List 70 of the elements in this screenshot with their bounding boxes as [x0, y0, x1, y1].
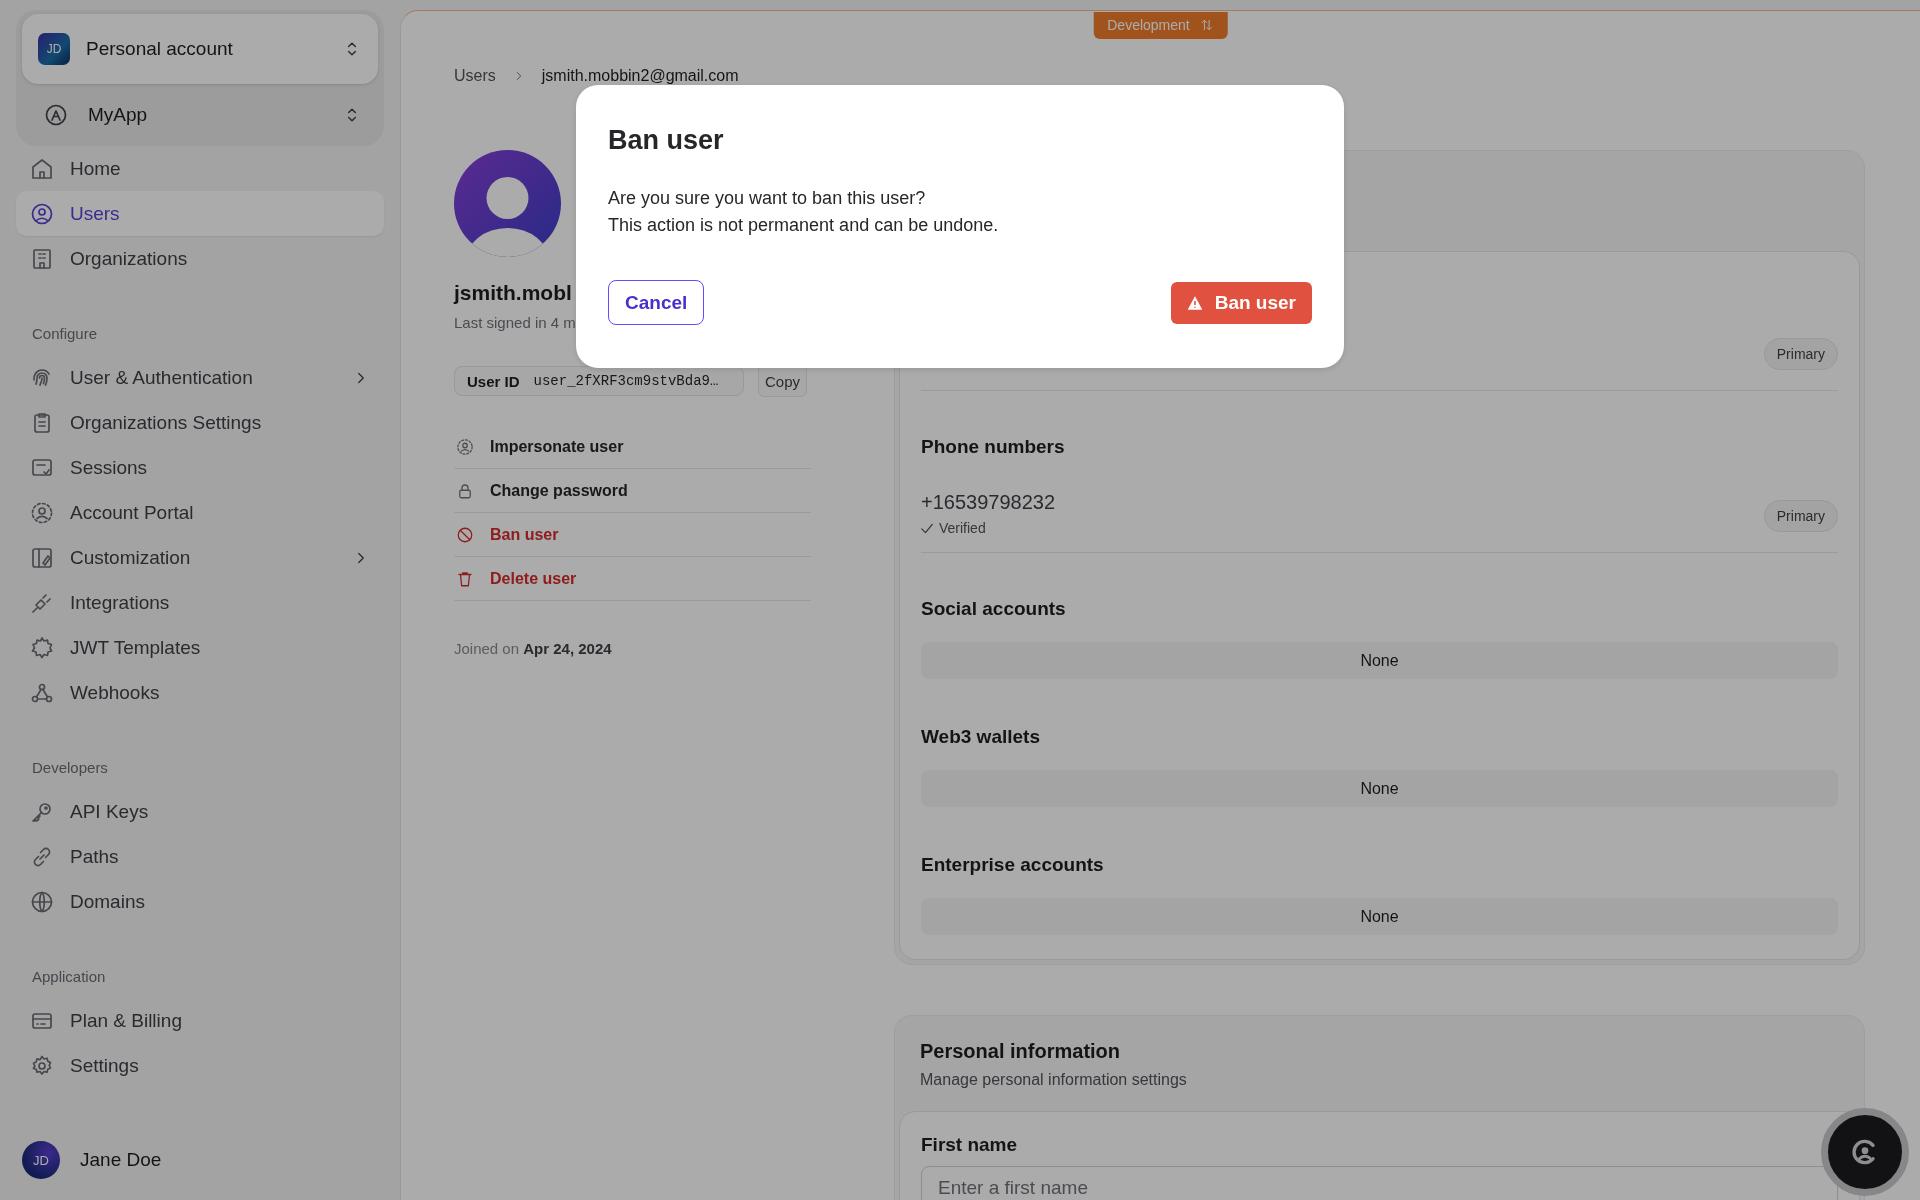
- warning-icon: [1186, 294, 1203, 311]
- section-heading: Web3 wallets: [921, 726, 1040, 748]
- trash-icon: [456, 569, 474, 588]
- app-switcher[interactable]: MyApp: [22, 84, 378, 146]
- section-heading: Social accounts: [921, 598, 1066, 620]
- ban-user-button[interactable]: Ban user: [1170, 281, 1312, 324]
- gear-icon: [30, 635, 54, 660]
- sidebar-item[interactable]: Sessions: [16, 445, 384, 490]
- section-description: Manage personal information settings: [919, 1071, 1188, 1089]
- user-dotted-circle-icon: [30, 500, 54, 525]
- last-signed-in: Last signed in 4 m: [454, 314, 576, 331]
- ban-icon: [456, 525, 474, 544]
- dialog-message: Are you sure you want to ban this user?: [608, 187, 927, 210]
- section-heading: Configure: [32, 325, 98, 342]
- section-heading: Phone numbers: [921, 436, 1065, 458]
- section-heading: Personal information: [919, 1040, 1122, 1063]
- lock-icon: [456, 481, 474, 500]
- user-name: jsmith.mobl: [454, 281, 572, 305]
- sidebar-item[interactable]: Home: [16, 146, 384, 191]
- account-avatar: JD: [38, 33, 70, 65]
- account-switcher[interactable]: JD Personal account: [22, 14, 378, 84]
- section-heading: Developers: [32, 759, 108, 776]
- brush-panel-icon: [30, 545, 54, 570]
- sidebar-item[interactable]: Users: [16, 191, 384, 236]
- dialog-title: Ban user: [608, 125, 725, 156]
- settings-icon: [30, 1053, 54, 1078]
- section-heading: Application: [32, 968, 106, 985]
- user-circle-icon: [30, 201, 54, 226]
- section-heading: Enterprise accounts: [921, 854, 1104, 876]
- sidebar-item[interactable]: Organizations: [16, 236, 384, 281]
- user-avatar: JD: [22, 1141, 60, 1179]
- primary-badge: Primary: [1763, 500, 1838, 532]
- impersonate-icon: [456, 437, 474, 456]
- user-menu[interactable]: JD Jane Doe: [16, 1130, 384, 1190]
- sidebar-item[interactable]: Webhooks: [16, 670, 384, 715]
- sidebar-item[interactable]: JWT Templates: [16, 625, 384, 670]
- action-link[interactable]: Delete user: [454, 557, 811, 601]
- sidebar-item[interactable]: Integrations: [16, 580, 384, 625]
- sidebar-item[interactable]: API Keys: [16, 789, 384, 834]
- field-label: First name: [921, 1134, 1019, 1156]
- sidebar-item[interactable]: User & Authentication: [16, 355, 384, 400]
- sidebar-item[interactable]: Settings: [16, 1043, 384, 1088]
- empty-state: None: [921, 898, 1838, 935]
- user-id-value: user_2fXRF3cm9stvBda9…: [533, 373, 719, 389]
- sidebar-item[interactable]: Plan & Billing: [16, 998, 384, 1043]
- verified-status: Verified: [921, 520, 1056, 536]
- sidebar-item[interactable]: Account Portal: [16, 490, 384, 535]
- sidebar-item[interactable]: Paths: [16, 834, 384, 879]
- primary-badge: Primary: [1763, 338, 1838, 370]
- empty-state: None: [921, 770, 1838, 807]
- sidebar-item[interactable]: Customization: [16, 535, 384, 580]
- joined-date: Joined on Apr 24, 2024: [454, 640, 613, 657]
- check-icon: [921, 522, 933, 534]
- globe-icon: [30, 889, 54, 914]
- swap-icon: [1199, 18, 1214, 32]
- empty-state: None: [921, 642, 1838, 679]
- action-link[interactable]: Ban user: [454, 513, 811, 557]
- user-id-label: User ID: [467, 372, 520, 390]
- app-logo-icon: [44, 103, 68, 127]
- building-icon: [30, 246, 54, 271]
- cancel-button[interactable]: Cancel: [608, 280, 705, 325]
- action-link[interactable]: Impersonate user: [454, 425, 811, 469]
- dialog-message: This action is not permanent and can be undone.: [608, 214, 1000, 237]
- action-link[interactable]: Change password: [454, 469, 811, 513]
- sidebar-item[interactable]: Organizations Settings: [16, 400, 384, 445]
- phone-number: +16539798232: [921, 491, 1056, 514]
- sidebar-item[interactable]: Domains: [16, 879, 384, 924]
- breadcrumb-link[interactable]: Users: [454, 67, 496, 85]
- breadcrumb-link[interactable]: jsmith.mobbin2@gmail.com: [541, 67, 739, 85]
- home-icon: [30, 156, 54, 181]
